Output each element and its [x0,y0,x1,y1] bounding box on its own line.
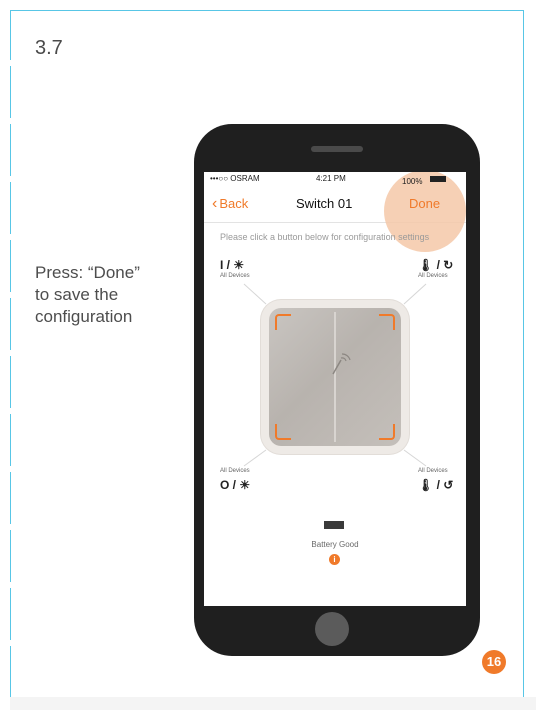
switch-button-top-left[interactable] [275,314,291,330]
home-button[interactable] [315,612,349,646]
page-footer-strip [10,697,536,710]
switch-button-bottom-left[interactable] [275,424,291,440]
frame-dash [10,640,11,646]
frame-dash [10,118,11,124]
instruction-text: Press: “Done” to save the configuration [35,262,185,328]
switch-button-top-right[interactable] [379,314,395,330]
battery-level-icon [324,521,344,529]
switch-device [261,300,409,454]
instruction-line: Press: “Done” [35,263,140,282]
wireless-signal-icon [332,353,351,375]
switch-face [269,308,401,446]
page-number-badge: 16 [482,650,506,674]
phone: •••○○ OSRAM 4:21 PM ‹ Back Switch 01 Don… [194,124,480,656]
frame-dash [10,234,11,240]
step-number: 3.7 [35,37,63,59]
phone-screen: •••○○ OSRAM 4:21 PM ‹ Back Switch 01 Don… [204,172,466,606]
frame-dash [10,350,11,356]
frame-dash [10,582,11,588]
battery-status: Battery Good [311,540,359,549]
frame-dash [10,60,11,66]
switch-button-bottom-right[interactable] [379,424,395,440]
frame-dash [10,408,11,414]
frame-dash [10,466,11,472]
instruction-line: to save the [35,285,119,304]
instruction-line: configuration [35,307,133,326]
frame-dash [10,524,11,530]
phone-speaker [311,146,363,152]
frame-dash [10,176,11,182]
frame-dash [10,292,11,298]
info-icon[interactable]: i [329,554,340,565]
